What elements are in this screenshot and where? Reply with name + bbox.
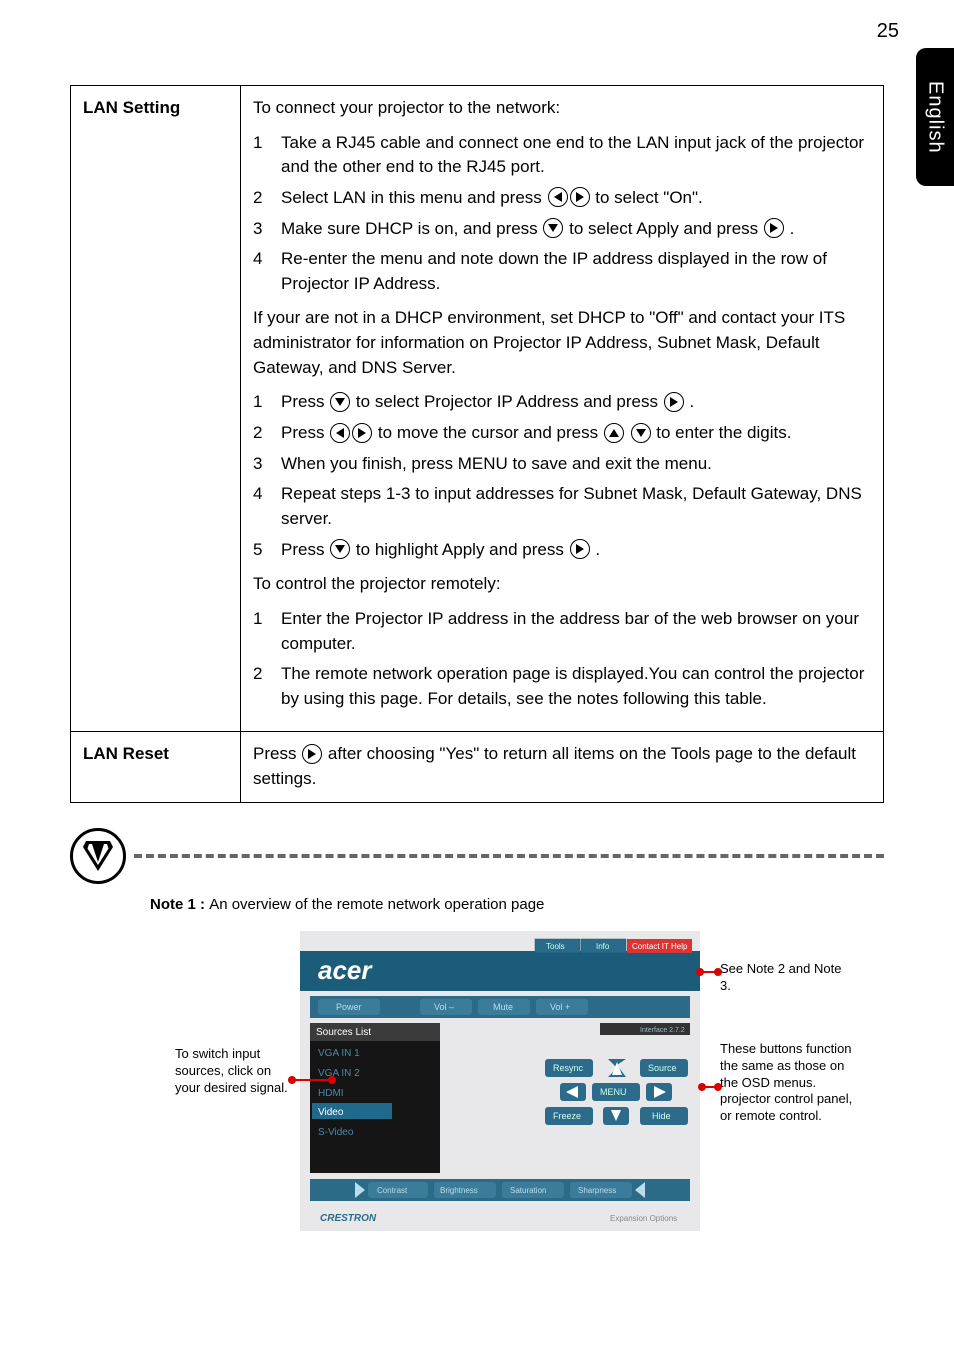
step-b1: Press to select Projector IP Address and… — [281, 390, 871, 415]
svg-text:Mute: Mute — [493, 1002, 513, 1012]
svg-text:CRESTRON: CRESTRON — [320, 1213, 377, 1224]
brand-logo: acer — [318, 955, 373, 985]
step-a4: Re-enter the menu and note down the IP a… — [281, 247, 871, 296]
svg-text:MENU: MENU — [600, 1087, 627, 1097]
svg-text:Contrast: Contrast — [377, 1186, 408, 1195]
note1-text: An overview of the remote network operat… — [209, 896, 544, 913]
callout-right-top: See Note 2 and Note 3. — [720, 961, 850, 995]
svg-text:Contact IT Help: Contact IT Help — [632, 942, 688, 951]
svg-text:Hide: Hide — [652, 1111, 671, 1121]
down-arrow-icon — [330, 539, 350, 559]
steps-a: 1Take a RJ45 cable and connect one end t… — [253, 131, 871, 297]
svg-text:Sources List: Sources List — [316, 1027, 371, 1038]
language-tab: English — [916, 48, 954, 186]
svg-text:VGA IN 1: VGA IN 1 — [318, 1048, 360, 1059]
lan-reset-label: LAN Reset — [71, 732, 241, 802]
down-arrow-icon — [543, 218, 563, 238]
svg-text:Resync: Resync — [553, 1063, 584, 1073]
left-arrow-icon — [548, 187, 568, 207]
lan-reset-content: Press after choosing "Yes" to return all… — [241, 732, 884, 802]
step-a3: Make sure DHCP is on, and press to selec… — [281, 217, 871, 242]
dashes — [134, 854, 884, 858]
svg-text:Sharpness: Sharpness — [578, 1186, 616, 1195]
right-arrow-icon — [302, 744, 322, 764]
settings-table: LAN Setting To connect your projector to… — [70, 85, 884, 803]
svg-text:Interface 2.7.2: Interface 2.7.2 — [640, 1027, 685, 1034]
dhcp-off-para: If your are not in a DHCP environment, s… — [253, 306, 871, 380]
lan-setting-label: LAN Setting — [71, 86, 241, 732]
step-b2: Press to move the cursor and press to en… — [281, 421, 871, 446]
svg-text:Saturation: Saturation — [510, 1186, 546, 1195]
right-arrow-icon — [764, 218, 784, 238]
right-arrow-icon — [570, 539, 590, 559]
steps-b: 1 Press to select Projector IP Address a… — [253, 390, 871, 562]
svg-text:VGA IN 2: VGA IN 2 — [318, 1068, 360, 1079]
step-a2: Select LAN in this menu and press to sel… — [281, 186, 871, 211]
connector-right-bot — [702, 1086, 718, 1088]
svg-text:Vol –: Vol – — [434, 1002, 454, 1012]
svg-text:Power: Power — [336, 1002, 362, 1012]
note1-label: Note 1 : — [150, 896, 209, 913]
callout-right-bot: These buttons function the same as those… — [720, 1041, 860, 1125]
svg-text:Info: Info — [596, 942, 610, 951]
svg-text:Freeze: Freeze — [553, 1111, 581, 1121]
step-c1: Enter the Projector IP address in the ad… — [281, 607, 871, 656]
svg-text:Video: Video — [318, 1107, 344, 1118]
right-arrow-icon — [664, 392, 684, 412]
note-row — [70, 828, 884, 884]
svg-text:Expansion Options: Expansion Options — [610, 1214, 677, 1223]
up-arrow-icon — [604, 423, 624, 443]
intro-remote: To control the projector remotely: — [253, 572, 871, 597]
connector-left — [292, 1079, 332, 1081]
page-number: 25 — [877, 20, 899, 43]
svg-text:Tools: Tools — [546, 942, 565, 951]
callout-left: To switch input sources, click on your d… — [175, 1046, 295, 1097]
step-c2: The remote network operation page is dis… — [281, 662, 871, 711]
svg-text:Source: Source — [648, 1063, 677, 1073]
right-arrow-icon — [570, 187, 590, 207]
step-a1: Take a RJ45 cable and connect one end to… — [281, 131, 871, 180]
note1-caption: Note 1 : An overview of the remote netwo… — [70, 896, 884, 913]
connector-right-top — [700, 971, 718, 973]
down-arrow-icon — [631, 423, 651, 443]
remote-screenshot: acer Tools Info Contact IT Help Power Vo… — [300, 931, 700, 1231]
steps-c: 1Enter the Projector IP address in the a… — [253, 607, 871, 712]
step-b3: When you finish, press MENU to save and … — [281, 452, 871, 477]
left-arrow-icon — [330, 423, 350, 443]
step-b4: Repeat steps 1-3 to input addresses for … — [281, 482, 871, 531]
note-icon — [70, 828, 126, 884]
language-tab-label: English — [924, 81, 947, 154]
svg-text:Vol +: Vol + — [550, 1002, 570, 1012]
right-arrow-icon — [352, 423, 372, 443]
svg-text:S-Video: S-Video — [318, 1127, 354, 1138]
step-b5: Press to highlight Apply and press . — [281, 538, 871, 563]
lan-setting-content: To connect your projector to the network… — [241, 86, 884, 732]
svg-text:Brightness: Brightness — [440, 1186, 478, 1195]
down-arrow-icon — [330, 392, 350, 412]
overview-figure: To switch input sources, click on your d… — [200, 931, 860, 1231]
svg-text:HDMI: HDMI — [318, 1088, 344, 1099]
intro-connect: To connect your projector to the network… — [253, 96, 871, 121]
